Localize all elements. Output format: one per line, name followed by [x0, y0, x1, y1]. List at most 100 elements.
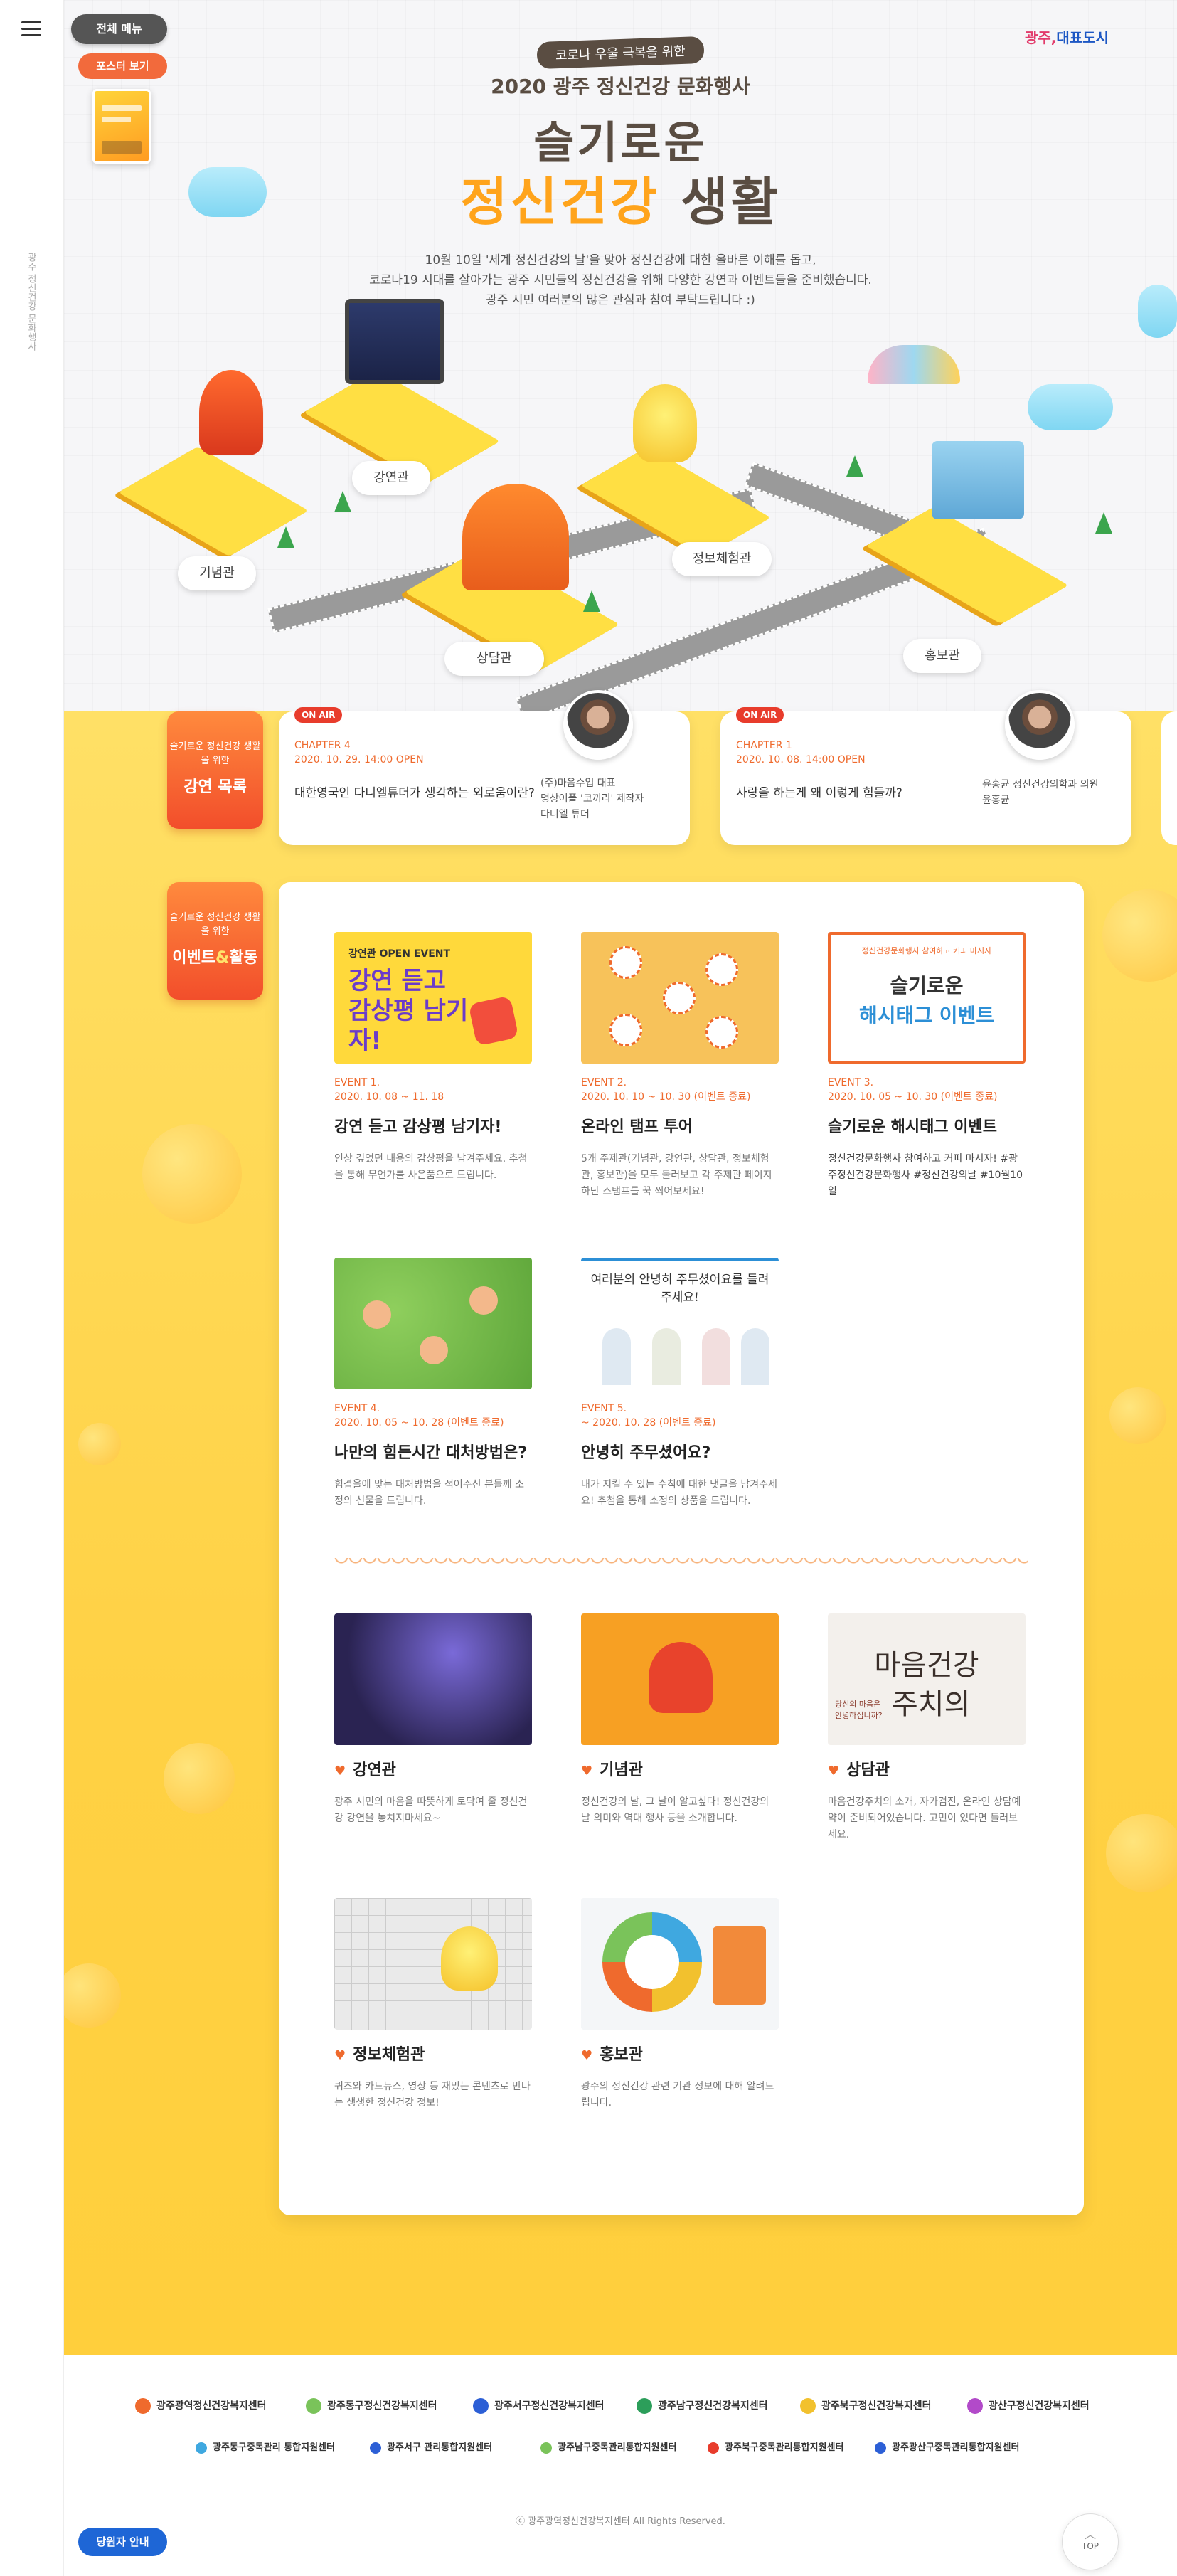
event-number: EVENT 1. 2020. 10. 08 ~ 11. 18 — [334, 1077, 444, 1103]
hall-label-lecture[interactable]: 강연관 — [352, 461, 430, 495]
event-description: 5개 주제관(기념관, 강연관, 상담관, 정보체험관, 홍보관)을 모두 둘러… — [581, 1153, 772, 1197]
hero-section: 광주,대표도시 코로나 우울 극복을 위한 2020 광주 정신건강 문화행사 … — [64, 0, 1177, 722]
event-thumbnail[interactable]: 정신건강문화행사 참여하고 커피 마시자 슬기로운 해시태그 이벤트 — [828, 932, 1026, 1064]
on-air-badge: ON AIR — [294, 707, 343, 723]
hall-label-counsel[interactable]: 상담관 — [444, 642, 544, 676]
event-title[interactable]: 나만의 힘든시간 대처방법은? — [334, 1440, 527, 1463]
event-thumbnail[interactable] — [334, 1258, 532, 1389]
event-title[interactable]: 안녕히 주무셨어요? — [581, 1440, 710, 1463]
org-logo[interactable]: 광주광산구중독관리통합지원센터 — [875, 2439, 1019, 2454]
main-title-line2: 정신건강 생활 — [460, 172, 781, 232]
parachute-icon — [868, 345, 960, 384]
org-icon — [540, 2442, 552, 2454]
org-icon — [875, 2442, 886, 2454]
hall-thumbnail[interactable]: 마음건강 주치의 당신의 마음은 안녕하십니까? — [828, 1613, 1026, 1745]
event-thumb-headline: 강연 듣고 감상평 남기자! — [348, 967, 469, 1055]
wave-divider — [334, 1558, 1028, 1565]
duty-info-button[interactable]: 당원자 안내 — [78, 2528, 167, 2556]
speaker-info: (주)마음수업 대표 명상어플 '코끼리' 제작자 다니엘 튜더 — [540, 778, 644, 820]
event-name: 2020 광주 정신건강 문화행사 — [491, 75, 750, 98]
hall-label-promo[interactable]: 홍보관 — [903, 639, 981, 673]
heart-icon: ♥ — [581, 1764, 593, 1779]
decor-bubble — [142, 1124, 242, 1224]
org-logo[interactable]: 광주남구중독관리통합지원센터 — [540, 2439, 676, 2454]
hall-description: 정신건강의 날, 그 날이 알고싶다! 정신건강의 날 의미와 역대 행사 등을… — [581, 1796, 769, 1824]
org-logo[interactable]: 광주남구정신건강복지센터 — [637, 2398, 768, 2414]
hall-label-memorial[interactable]: 기념관 — [178, 556, 256, 590]
event-thumb-caption: 여러분의 안녕히 주무셨어요를 들려주세요! — [590, 1273, 769, 1305]
hall-title[interactable]: ♥ 기념관 — [581, 1757, 643, 1780]
event-title[interactable]: 강연 듣고 감상평 남기자! — [334, 1114, 501, 1137]
all-menu-button[interactable]: 전체 메뉴 — [71, 14, 167, 44]
org-icon — [967, 2398, 983, 2414]
hall-title[interactable]: ♥ 강연관 — [334, 1757, 396, 1780]
tree-icon — [846, 455, 863, 477]
lecture-chapter: CHAPTER 4 2020. 10. 29. 14:00 OPEN — [294, 740, 424, 765]
event-number: EVENT 4. 2020. 10. 05 ~ 10. 28 (이벤트 종료) — [334, 1403, 504, 1429]
hall-description: 퀴즈와 카드뉴스, 영상 등 재밌는 콘텐츠로 만나는 생생한 정신건강 정보! — [334, 2081, 531, 2109]
org-logo[interactable]: 광주북구중독관리통합지원센터 — [708, 2439, 843, 2454]
scroll-top-button[interactable]: ︿ TOP — [1062, 2513, 1119, 2570]
on-air-badge: ON AIR — [736, 707, 784, 723]
hall-description: 광주의 정신건강 관련 기관 정보에 대해 알려드립니다. — [581, 2081, 774, 2109]
org-logo[interactable]: 광주북구정신건강복지센터 — [800, 2398, 932, 2414]
hall-thumbnail[interactable] — [581, 1898, 779, 2030]
lecture-list-tag: 슬기로운 정신건강 생활을 위한 강연 목록 — [167, 711, 263, 829]
speaker-avatar — [563, 690, 633, 760]
org-icon — [637, 2398, 652, 2414]
promo-map-icon — [932, 441, 1024, 519]
org-logo[interactable]: 광주광역정신건강복지센터 — [135, 2398, 267, 2414]
lecture-title: 대한영국인 다니엘튜더가 생각하는 외로움이란? — [294, 786, 536, 800]
decor-bubble — [1109, 1387, 1166, 1444]
org-logo[interactable]: 광주동구중독관리 통합지원센터 — [196, 2439, 335, 2454]
org-logo[interactable]: 광주동구정신건강복지센터 — [306, 2398, 437, 2414]
event-description: 내가 지킬 수 있는 수칙에 대한 댓글을 남겨주세요! 추첨을 통해 소정의 … — [581, 1479, 777, 1507]
event-thumbnail[interactable]: 강연관 OPEN EVENT 강연 듣고 감상평 남기자! — [334, 932, 532, 1064]
event-description: 힘겹을에 맞는 대처방법을 적어주신 분들께 소정의 선물을 드립니다. — [334, 1479, 524, 1507]
tree-icon — [583, 590, 600, 612]
hall-description: 광주 시민의 마음을 따뜻하게 토닥여 줄 정신건강 강연을 놓치지마세요~ — [334, 1796, 528, 1824]
hamburger-icon[interactable] — [21, 21, 41, 37]
lecture-card-peek — [1161, 711, 1177, 845]
stamp-icon — [663, 982, 696, 1014]
lecture-card[interactable]: ON AIR CHAPTER 1 2020. 10. 08. 14:00 OPE… — [720, 690, 1131, 845]
decor-bubble — [57, 1963, 121, 2028]
org-logo[interactable]: 광주서구정신건강복지센터 — [473, 2398, 605, 2414]
hall-thumbnail[interactable] — [581, 1613, 779, 1745]
event-thumb-headline: 슬기로운 — [890, 974, 964, 997]
event-title[interactable]: 온라인 탬프 투어 — [581, 1114, 693, 1137]
decor-bubble — [1106, 1814, 1177, 1892]
hall-thumbnail[interactable] — [334, 1898, 532, 2030]
org-icon — [473, 2398, 489, 2414]
map-icon — [713, 1926, 766, 2005]
cloud-icon — [1028, 384, 1113, 430]
hall-label-info[interactable]: 정보체험관 — [672, 542, 772, 576]
heart-hand-icon — [649, 1642, 713, 1713]
org-logo[interactable]: 광산구정신건강복지센터 — [967, 2398, 1090, 2414]
poster-button[interactable]: 포스터 보기 — [78, 53, 167, 79]
hall-title[interactable]: ♥ 홍보관 — [581, 2042, 643, 2064]
event-tag: 슬기로운 정신건강 생활을 위한 이벤트&활동 — [167, 882, 263, 1000]
doctor-illustration — [602, 1328, 631, 1385]
event-thumbnail[interactable] — [581, 932, 779, 1064]
org-logo[interactable]: 광주서구 관리통합지원센터 — [370, 2439, 492, 2454]
event-number: EVENT 2. 2020. 10. 10 ~ 10. 30 (이벤트 종료) — [581, 1077, 751, 1103]
org-icon — [370, 2442, 381, 2454]
event-thumb-caption: 정신건강문화행사 참여하고 커피 마시자 — [861, 946, 992, 955]
heart-icon: ♥ — [334, 2048, 346, 2063]
lecture-card[interactable]: ON AIR CHAPTER 4 2020. 10. 29. 14:00 OPE… — [279, 690, 690, 845]
hall-title[interactable]: ♥ 정보체험관 — [334, 2042, 425, 2064]
heart-icon: ♥ — [334, 1764, 346, 1779]
child-illustration — [363, 1300, 391, 1329]
event-number: EVENT 5. ~ 2020. 10. 28 (이벤트 종료) — [581, 1403, 716, 1429]
left-rail: 광주 정신건강 문화행사 — [0, 0, 64, 2576]
poster-thumbnail[interactable] — [92, 89, 151, 164]
event-title[interactable]: 슬기로운 해시태그 이벤트 — [828, 1114, 997, 1137]
hall-thumbnail[interactable] — [334, 1613, 532, 1745]
hall-thumb-caption: 당신의 마음은 안녕하십니까? — [835, 1700, 883, 1720]
intro-text: 10월 10일 '세계 정신건강의 날'을 맞아 정신건강에 대한 올바른 이해… — [369, 253, 872, 307]
event-thumbnail[interactable]: 여러분의 안녕히 주무셨어요를 들려주세요! — [581, 1258, 779, 1389]
decor-bubble — [1102, 889, 1177, 982]
hall-title[interactable]: ♥ 상담관 — [828, 1757, 890, 1780]
decor-bubble — [78, 1423, 121, 1465]
